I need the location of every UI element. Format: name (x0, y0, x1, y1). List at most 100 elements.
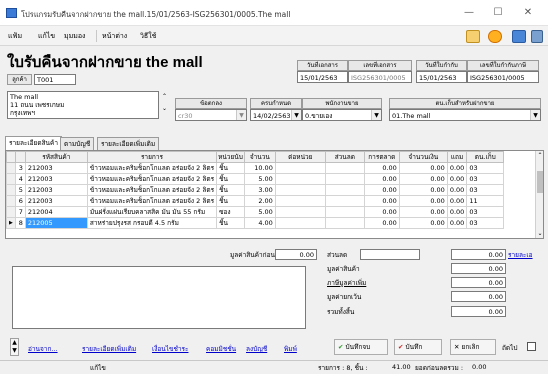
notes-box[interactable] (12, 266, 306, 329)
scroll-thumb[interactable] (537, 171, 543, 193)
free-cell[interactable]: 0.00 (446, 206, 468, 218)
customer-code-field[interactable]: T001 (34, 74, 76, 85)
customer-address-box[interactable]: The mall 11 ถนน เพชรเกษม กรุงเทพฯ (7, 91, 159, 119)
save-button[interactable]: ✔ บันทึก (394, 339, 442, 355)
discount-detail-link[interactable]: รายละเอ (508, 250, 533, 260)
amount-cell[interactable]: 0.00 (398, 162, 448, 174)
column-header-marketing[interactable]: การตลาด (363, 151, 400, 163)
vat-link[interactable]: ภาษีมูลค่าเพิ่ม (327, 278, 366, 288)
amount-cell[interactable]: 0.00 (398, 195, 448, 207)
column-header-code[interactable]: รหัสสินค้า (24, 151, 88, 163)
amount-cell[interactable]: 0.00 (398, 184, 448, 196)
marketing-cell[interactable]: 0.00 (363, 217, 400, 229)
menu-window[interactable]: หน้าต่าง (102, 31, 127, 42)
row-number[interactable]: 7 (14, 206, 26, 218)
location-dropdown[interactable]: 01.The mall ▼ (389, 109, 541, 121)
unit-cell[interactable]: ซอง (216, 206, 245, 218)
item-desc-cell[interactable]: สาหร่ายปรุงรส กรอบดี 4.5 กรัม (86, 217, 218, 229)
amount-cell[interactable]: 0.00 (398, 217, 448, 229)
item-code-cell[interactable]: 212005 (24, 217, 88, 229)
tab-item-details[interactable]: รายละเอียดสินค้า (5, 136, 62, 150)
menu-view[interactable]: มุมมอง (64, 31, 85, 42)
scroll-up-icon[interactable]: ⌃ (536, 152, 543, 159)
item-desc-cell[interactable]: ข้าวหอมและคริมช็อกโกแลต อร่อยจัง 2 ลิตร (86, 173, 218, 185)
marketing-cell[interactable]: 0.00 (363, 162, 400, 174)
row-indicator[interactable]: ▶ (6, 217, 16, 229)
column-header-price[interactable]: ต่อหน่วย (274, 151, 326, 163)
price-cell[interactable] (274, 217, 326, 229)
table-row[interactable]: ▶ 8 212005 สาหร่ายปรุงรส กรอบดี 4.5 กรัม ชิ้… (6, 217, 505, 229)
marketing-cell[interactable]: 0.00 (363, 206, 400, 218)
post-ledger-link[interactable]: ลงบัญชี (246, 344, 267, 354)
qty-cell[interactable]: 10.00 (243, 162, 276, 174)
location-cell[interactable]: 03 (466, 206, 505, 218)
free-cell[interactable]: 0.00 (446, 217, 468, 229)
monitor-icon[interactable] (512, 30, 526, 43)
item-desc-cell[interactable]: ข้าวหอมและคริมช็อกโกแลต อร่อยจัง 2 ลิตร (86, 184, 218, 196)
unit-cell[interactable]: ชิ้น (216, 195, 245, 207)
amount-cell[interactable]: 0.00 (398, 206, 448, 218)
unit-cell[interactable]: ชิ้น (216, 184, 245, 196)
price-cell[interactable] (274, 195, 326, 207)
column-header-discount[interactable]: ส่วนลด (324, 151, 365, 163)
qty-cell[interactable]: 4.00 (243, 217, 276, 229)
record-spinner[interactable]: ▲ ▼ (10, 338, 19, 356)
column-header-unit[interactable]: หน่วยนับ (216, 151, 245, 163)
unit-cell[interactable]: ชิ้น (216, 162, 245, 174)
due-date-picker[interactable]: 14/02/2563 ▼ (250, 109, 302, 121)
menu-edit[interactable]: แก้ไข (38, 31, 55, 42)
column-header-free[interactable]: แถม (446, 151, 468, 163)
row-number[interactable]: 6 (14, 195, 26, 207)
qty-cell[interactable]: 2.00 (243, 195, 276, 207)
payment-terms-link[interactable]: เงื่อนไขชำระ (152, 344, 189, 354)
free-cell[interactable]: 0.00 (446, 162, 468, 174)
row-indicator[interactable] (6, 184, 16, 196)
row-indicator[interactable] (6, 162, 16, 174)
location-cell[interactable]: 03 (466, 217, 505, 229)
table-row[interactable]: 3 212003 ข้าวหอมและคริมช็อกโกแลต อร่อยจัง … (6, 162, 505, 174)
employee-dropdown[interactable]: 0.ขายเอง ▼ (302, 109, 382, 121)
item-code-cell[interactable]: 212003 (24, 162, 88, 174)
location-cell[interactable]: 11 (466, 195, 505, 207)
free-cell[interactable]: 0.00 (446, 195, 468, 207)
doc-date-field[interactable]: 15/01/2563 (297, 71, 348, 83)
location-cell[interactable]: 03 (466, 173, 505, 185)
address-scroll-icon[interactable]: ⌃ ⌄ (160, 91, 169, 119)
location-cell[interactable]: 03 (466, 184, 505, 196)
table-row[interactable]: 7 212004 มันฝรั่งแผ่นเรียบคลาสสิค มัน มัน … (6, 206, 505, 218)
column-header-desc[interactable]: รายการ (86, 151, 218, 163)
discount-cell[interactable] (324, 195, 365, 207)
item-code-cell[interactable]: 212003 (24, 173, 88, 185)
menu-help[interactable]: วิธีใช้ (140, 31, 156, 42)
scroll-down-icon[interactable]: ⌄ (536, 230, 543, 237)
price-cell[interactable] (274, 184, 326, 196)
price-cell[interactable] (274, 162, 326, 174)
unit-cell[interactable]: ชิ้น (216, 217, 245, 229)
minimize-button[interactable]: — (455, 4, 483, 22)
row-number[interactable]: 8 (14, 217, 26, 229)
next-checkbox[interactable] (527, 342, 536, 351)
item-desc-cell[interactable]: มันฝรั่งแผ่นเรียบคลาสสิค มัน มัน 55 กรัม (86, 206, 218, 218)
discount-cell[interactable] (324, 206, 365, 218)
marketing-cell[interactable]: 0.00 (363, 184, 400, 196)
row-number[interactable]: 4 (14, 173, 26, 185)
free-cell[interactable]: 0.00 (446, 173, 468, 185)
column-header-amount[interactable]: จำนวนเงิน (398, 151, 448, 163)
document-icon[interactable] (531, 30, 543, 43)
row-number[interactable]: 3 (14, 162, 26, 174)
row-indicator[interactable] (6, 195, 16, 207)
print-link[interactable]: พิมพ์ (284, 344, 297, 354)
maximize-button[interactable]: ☐ (484, 4, 512, 22)
item-code-cell[interactable]: 212003 (24, 195, 88, 207)
table-row[interactable]: 5 212003 ข้าวหอมและคริมช็อกโกแลต อร่อยจัง … (6, 184, 505, 196)
price-cell[interactable] (274, 173, 326, 185)
item-code-cell[interactable]: 212004 (24, 206, 88, 218)
menu-file[interactable]: แฟ้ม (8, 31, 22, 42)
terms-dropdown[interactable]: cr30 ▼ (175, 109, 247, 121)
commission-link[interactable]: คอมมิชชั่น (206, 344, 236, 354)
column-header-qty[interactable]: จำนวน (243, 151, 276, 163)
row-number[interactable]: 5 (14, 184, 26, 196)
discount-cell[interactable] (324, 184, 365, 196)
table-row[interactable]: 6 212003 ข้าวหอมและคริมช็อกโกแลต อร่อยจัง … (6, 195, 505, 207)
location-cell[interactable]: 03 (466, 162, 505, 174)
